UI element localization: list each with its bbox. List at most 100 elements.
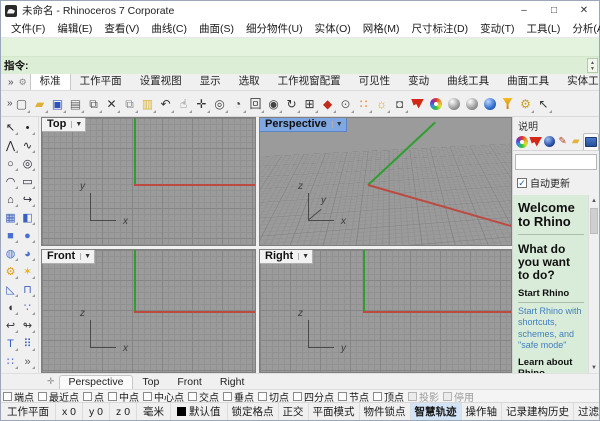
lamp-icon[interactable]: ☼ xyxy=(373,94,391,114)
menu-item[interactable]: 曲面(S) xyxy=(193,21,240,36)
point-icon[interactable]: • xyxy=(19,119,36,137)
viewport-perspective[interactable]: Perspective▼ z y x xyxy=(259,117,512,246)
osnap-checkbox[interactable] xyxy=(443,392,452,401)
viewport-top[interactable]: Top▼ y x xyxy=(41,117,256,246)
osnap-point[interactable]: 点 xyxy=(83,389,104,402)
osnap-tangent[interactable]: 切点 xyxy=(258,389,289,402)
chevron-down-icon[interactable]: ▼ xyxy=(332,121,343,128)
pan-icon[interactable]: ☝ xyxy=(175,94,193,114)
toggle-filter[interactable]: 过滤器 xyxy=(574,403,599,420)
toolbar-tab[interactable]: 曲线工具 xyxy=(438,74,498,90)
viewport-right-label[interactable]: Right▼ xyxy=(260,250,313,264)
ellipse-icon[interactable]: ◎ xyxy=(19,155,36,173)
cplane-button[interactable]: 工作平面 xyxy=(1,403,56,420)
selection-filter-icon[interactable] xyxy=(499,94,517,114)
render-tab-icon[interactable] xyxy=(529,133,542,150)
osnap-checkbox[interactable] xyxy=(338,392,347,401)
menu-item[interactable]: 变动(T) xyxy=(474,21,520,36)
blend-curve-icon[interactable]: ↬ xyxy=(19,317,36,335)
toolbar-tab[interactable]: 选取 xyxy=(230,74,269,90)
render-icon[interactable] xyxy=(409,94,427,114)
osnap-perpendicular[interactable]: 垂点 xyxy=(223,389,254,402)
sidebar-overflow[interactable]: » xyxy=(19,353,36,371)
mesh-icon[interactable]: ▦ xyxy=(2,209,19,227)
osnap-checkbox[interactable] xyxy=(108,392,117,401)
osnap-knot[interactable]: 节点 xyxy=(338,389,369,402)
open-file-icon[interactable]: ▰ xyxy=(31,94,49,114)
sphere-icon[interactable]: ● xyxy=(19,227,36,245)
text-icon[interactable]: T xyxy=(2,335,19,353)
toolbar-tab[interactable]: 设置视图 xyxy=(131,74,191,90)
menu-item[interactable]: 工具(L) xyxy=(521,21,567,36)
help-scrollbar[interactable]: ▲ ▼ xyxy=(588,195,599,373)
osnap-disable[interactable]: 停用 xyxy=(443,389,474,402)
fillet-curve-icon[interactable]: ↩ xyxy=(2,317,19,335)
toggle-osnap[interactable]: 物件锁点 xyxy=(360,403,411,420)
viewport-tab[interactable]: Front xyxy=(168,376,211,389)
point-grid-icon[interactable]: ⠿ xyxy=(19,335,36,353)
copy-icon[interactable]: ⧉ xyxy=(121,94,139,114)
units-button[interactable]: 毫米 xyxy=(137,403,171,420)
cap-icon[interactable]: ⊓ xyxy=(19,281,36,299)
toolbar-tab[interactable]: 可见性 xyxy=(350,74,400,90)
toggle-history[interactable]: 记录建构历史 xyxy=(502,403,574,420)
menu-item[interactable]: 编辑(E) xyxy=(51,21,98,36)
display-tab-icon[interactable] xyxy=(516,133,528,150)
options-gear-icon[interactable]: ⚙ xyxy=(517,94,535,114)
close-button[interactable]: ✕ xyxy=(569,1,599,20)
polygon-icon[interactable]: ⌂ xyxy=(2,191,19,209)
viewport-right[interactable]: Right▼ z y xyxy=(259,249,512,373)
toolbar-tab[interactable]: 实体工具 xyxy=(558,74,599,90)
scroll-thumb[interactable] xyxy=(590,208,598,234)
viewport-perspective-label[interactable]: Perspective▼ xyxy=(260,118,347,132)
help-search-input[interactable] xyxy=(516,155,596,169)
menu-item[interactable]: 网格(M) xyxy=(357,21,406,36)
save-icon[interactable]: ▣ xyxy=(49,94,67,114)
surface-icon[interactable]: ◧ xyxy=(19,209,36,227)
arc-icon[interactable]: ◠ xyxy=(2,173,19,191)
osnap-center[interactable]: 中心点 xyxy=(143,389,184,402)
named-view-icon[interactable]: ⊙ xyxy=(337,94,355,114)
curve-icon[interactable]: ∿ xyxy=(19,137,36,155)
zoom-dynamic-icon[interactable]: ◔ xyxy=(229,94,247,114)
viewport-top-label[interactable]: Top▼ xyxy=(42,118,86,132)
toggle-grid-snap[interactable]: 锁定格点 xyxy=(228,403,279,420)
select-icon[interactable]: ↖ xyxy=(2,119,19,137)
viewport-tab[interactable]: Top xyxy=(133,376,168,389)
toolbar-tab[interactable]: 曲面工具 xyxy=(498,74,558,90)
osnap-quadrant[interactable]: 四分点 xyxy=(293,389,334,402)
viewport-tab[interactable]: Perspective xyxy=(59,375,134,389)
toggle-planar[interactable]: 平面模式 xyxy=(309,403,360,420)
chevron-down-icon[interactable]: ▼ xyxy=(71,121,82,128)
cylinder-icon[interactable]: ◍ xyxy=(2,245,19,263)
torus-icon[interactable]: ◕ xyxy=(19,245,36,263)
fillet-edge-icon[interactable]: ◖ xyxy=(2,299,19,317)
osnap-checkbox[interactable] xyxy=(373,392,382,401)
tab-overflow-icon[interactable]: » xyxy=(6,77,16,90)
ghosted-viewport-icon[interactable] xyxy=(463,94,481,114)
osnap-project[interactable]: 投影 xyxy=(408,389,439,402)
zoom-selected-icon[interactable]: ◉ xyxy=(265,94,283,114)
maximize-button[interactable]: □ xyxy=(539,1,569,20)
chevron-down-icon[interactable]: ▼ xyxy=(80,253,91,260)
layer-button[interactable]: 默认值 xyxy=(171,403,228,420)
toggle-ortho[interactable]: 正交 xyxy=(279,403,309,420)
undo-icon[interactable]: ↶ xyxy=(157,94,175,114)
copy-clipboard-icon[interactable]: ⧉ xyxy=(85,94,103,114)
display-color-icon[interactable] xyxy=(427,94,445,114)
point-network-icon[interactable]: ∷ xyxy=(355,94,373,114)
osnap-mid[interactable]: 中点 xyxy=(108,389,139,402)
viewport-tab[interactable]: Right xyxy=(211,376,254,389)
new-viewport-icon[interactable]: ✛ xyxy=(43,376,59,389)
osnap-checkbox[interactable] xyxy=(408,392,417,401)
rectangle-icon[interactable]: ▭ xyxy=(19,173,36,191)
move-icon[interactable]: ✛ xyxy=(193,94,211,114)
menu-item[interactable]: 实体(O) xyxy=(309,21,357,36)
library-tab-icon[interactable]: ▰ xyxy=(570,133,582,150)
delete-icon[interactable]: ✕ xyxy=(103,94,121,114)
materials-tab-icon[interactable] xyxy=(543,133,555,150)
circle-icon[interactable]: ○ xyxy=(2,155,19,173)
lock-icon[interactable]: ◘ xyxy=(391,94,409,114)
toolbar-tab[interactable]: 标准 xyxy=(30,74,71,90)
auto-update-checkbox[interactable]: ✓ xyxy=(517,178,527,188)
